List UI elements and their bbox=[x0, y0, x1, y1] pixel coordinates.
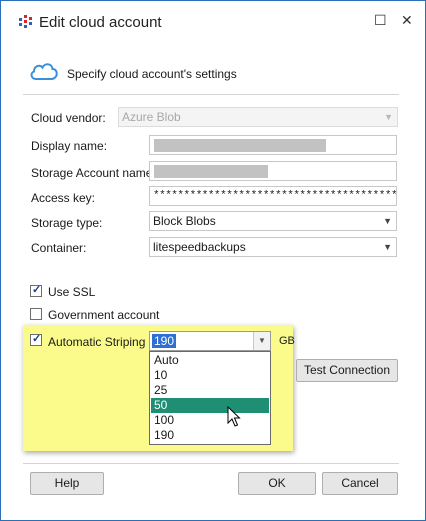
app-logo-icon bbox=[19, 15, 33, 29]
storage-type-value: Block Blobs bbox=[153, 214, 216, 228]
cancel-button[interactable]: Cancel bbox=[322, 472, 398, 495]
automatic-striping-checkbox[interactable]: ✓ bbox=[30, 333, 42, 346]
chevron-down-icon: ▼ bbox=[384, 112, 393, 122]
dropdown-option-50[interactable]: 50 bbox=[151, 398, 269, 413]
access-key-label: Access key: bbox=[31, 191, 96, 205]
storage-type-label: Storage type: bbox=[31, 216, 103, 230]
footer-divider bbox=[23, 463, 399, 464]
dropdown-option-190[interactable]: 190 bbox=[151, 428, 269, 443]
checkmark-icon: ✓ bbox=[32, 333, 42, 345]
access-key-field[interactable]: **************************************** bbox=[149, 186, 397, 206]
striping-size-combo[interactable]: 190 ▼ bbox=[149, 331, 271, 351]
dropdown-option-auto[interactable]: Auto bbox=[151, 353, 269, 368]
container-select[interactable]: litespeedbackups ▼ bbox=[149, 237, 397, 257]
use-ssl-label: Use SSL bbox=[48, 285, 96, 299]
cloud-vendor-value: Azure Blob bbox=[122, 110, 181, 124]
striping-size-dropdown: Auto 10 25 50 100 190 bbox=[149, 351, 271, 445]
window-title: Edit cloud account bbox=[39, 14, 162, 31]
access-key-value: **************************************** bbox=[153, 190, 397, 202]
government-account-checkbox[interactable] bbox=[30, 308, 42, 320]
dropdown-option-100[interactable]: 100 bbox=[151, 413, 269, 428]
dropdown-option-25[interactable]: 25 bbox=[151, 383, 269, 398]
help-button[interactable]: Help bbox=[30, 472, 104, 495]
redacted-value bbox=[154, 139, 326, 152]
storage-type-select[interactable]: Block Blobs ▼ bbox=[149, 211, 397, 231]
header-divider bbox=[23, 94, 399, 95]
close-icon[interactable]: ✕ bbox=[401, 12, 413, 28]
title-bar: Edit cloud account ☐ ✕ bbox=[1, 1, 425, 39]
cloud-vendor-label: Cloud vendor: bbox=[31, 111, 106, 125]
cloud-vendor-select: Azure Blob ▼ bbox=[118, 107, 398, 127]
dropdown-option-10[interactable]: 10 bbox=[151, 368, 269, 383]
display-name-label: Display name: bbox=[31, 139, 108, 153]
chevron-down-icon: ▼ bbox=[383, 242, 392, 252]
dialog-header-text: Specify cloud account's settings bbox=[67, 67, 237, 81]
redacted-value bbox=[154, 165, 268, 178]
striping-unit-label: GB bbox=[279, 335, 295, 347]
checkmark-icon: ✓ bbox=[32, 284, 42, 296]
edit-cloud-account-dialog: Edit cloud account ☐ ✕ Specify cloud acc… bbox=[0, 0, 426, 521]
ok-button[interactable]: OK bbox=[238, 472, 316, 495]
use-ssl-checkbox[interactable]: ✓ bbox=[30, 284, 42, 297]
government-account-label: Government account bbox=[48, 308, 160, 322]
storage-account-name-label: Storage Account name: bbox=[31, 166, 156, 180]
striping-size-value: 190 bbox=[152, 334, 177, 348]
display-name-field[interactable] bbox=[149, 135, 397, 155]
test-connection-button[interactable]: Test Connection bbox=[296, 359, 398, 382]
chevron-down-icon[interactable]: ▼ bbox=[253, 332, 270, 350]
container-label: Container: bbox=[31, 241, 87, 255]
storage-account-name-field[interactable] bbox=[149, 161, 397, 181]
automatic-striping-label: Automatic Striping bbox=[48, 335, 146, 349]
mouse-pointer-icon bbox=[227, 406, 241, 427]
chevron-down-icon: ▼ bbox=[383, 216, 392, 226]
cloud-icon bbox=[30, 63, 58, 80]
container-value: litespeedbackups bbox=[153, 240, 246, 254]
maximize-icon[interactable]: ☐ bbox=[374, 12, 387, 28]
